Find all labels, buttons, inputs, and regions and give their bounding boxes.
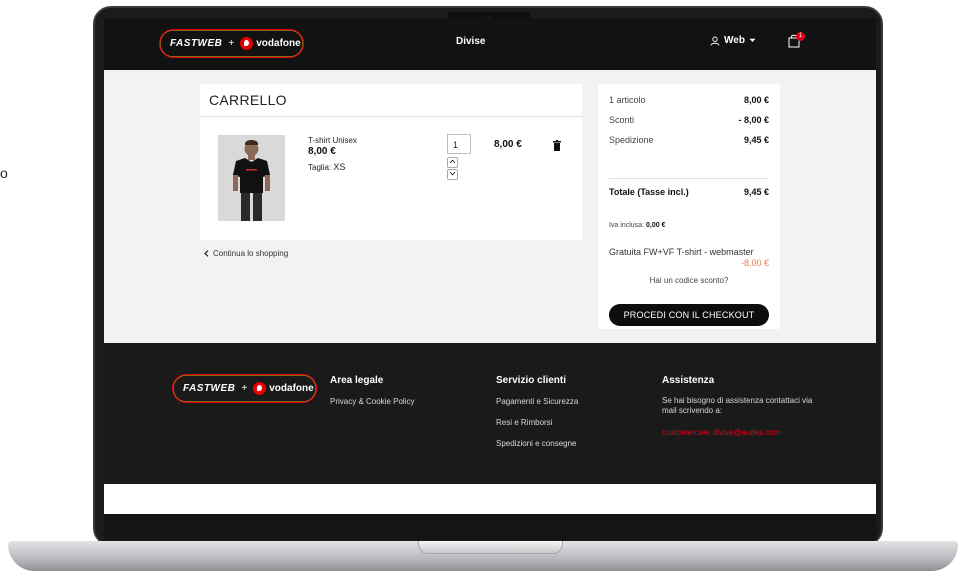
summary-items-value: 8,00 € bbox=[743, 95, 769, 105]
quantity-increase-button[interactable] bbox=[447, 157, 458, 168]
tshirt-model-image bbox=[218, 135, 285, 221]
stray-circle-mark: o bbox=[0, 165, 8, 181]
promo-name: Gratuita FW+VF T-shirt - webmaster bbox=[609, 247, 754, 257]
size-label: Taglia: bbox=[308, 163, 332, 172]
screen: FASTWEB + vodafone Divise Web 1 CARRELLO bbox=[104, 18, 876, 514]
user-label: Web bbox=[724, 35, 745, 46]
chevron-left-icon bbox=[204, 250, 209, 257]
summary-discount-value: - 8,00 € bbox=[738, 115, 769, 125]
quantity-decrease-button[interactable] bbox=[447, 169, 458, 180]
page-bottom bbox=[104, 484, 876, 514]
continue-shopping-label: Continua lo shopping bbox=[213, 249, 289, 258]
footer-link-shipping[interactable]: Spedizioni e consegne bbox=[496, 439, 577, 448]
summary-total-value: 9,45 € bbox=[743, 187, 769, 197]
brand-fastweb: FASTWEB bbox=[183, 383, 236, 394]
summary-discount-label: Sconti bbox=[609, 115, 635, 125]
product-size: Taglia: XS bbox=[308, 162, 345, 172]
remove-item-button[interactable] bbox=[553, 138, 561, 151]
summary-items-label: 1 articolo bbox=[609, 95, 646, 105]
summary-shipping-row: Spedizione 9,45 € bbox=[609, 135, 769, 145]
site-header: FASTWEB + vodafone Divise Web 1 bbox=[104, 18, 876, 70]
brand-fastweb: FASTWEB bbox=[170, 38, 223, 49]
brand-vodafone: vodafone bbox=[269, 383, 314, 394]
footer-link-returns[interactable]: Resi e Rimborsi bbox=[496, 418, 552, 427]
summary-shipping-value: 9,45 € bbox=[743, 135, 769, 145]
vat-value: 0,00 € bbox=[645, 222, 666, 229]
summary-total-row: Totale (Tasse incl.) 9,45 € bbox=[609, 187, 769, 197]
product-price: 8,00 € bbox=[308, 146, 336, 157]
discount-code-link[interactable]: Hai un codice sconto? bbox=[598, 276, 780, 285]
cart-heading: CARRELLO bbox=[209, 92, 287, 108]
main-content: CARRELLO T-shirt Unisex 8,00 € Taglia: X… bbox=[104, 70, 876, 343]
site-footer: FASTWEB + vodafone Area legale Privacy &… bbox=[104, 343, 876, 484]
product-name[interactable]: T-shirt Unisex bbox=[308, 136, 357, 145]
user-menu[interactable]: Web bbox=[710, 35, 756, 46]
chevron-up-icon bbox=[449, 159, 456, 164]
chevron-down-icon bbox=[449, 171, 456, 176]
footer-link-payments[interactable]: Pagamenti e Sicurezza bbox=[496, 397, 578, 406]
footer-support-email[interactable]: customercare.divise@audes.com bbox=[662, 428, 780, 437]
line-total: 8,00 € bbox=[494, 139, 522, 150]
brand-logo[interactable]: FASTWEB + vodafone bbox=[159, 29, 304, 58]
summary-total-label: Totale (Tasse incl.) bbox=[609, 187, 689, 197]
vodafone-icon bbox=[240, 37, 254, 50]
promo-amount: -8,00 € bbox=[740, 258, 769, 268]
user-icon bbox=[710, 36, 720, 46]
trash-icon bbox=[553, 140, 561, 151]
laptop-base-notch bbox=[418, 541, 563, 554]
screen-bezel bbox=[104, 514, 876, 540]
cart-panel: CARRELLO T-shirt Unisex 8,00 € Taglia: X… bbox=[200, 84, 582, 240]
footer-brand-logo[interactable]: FASTWEB + vodafone bbox=[172, 374, 317, 403]
continue-shopping-link[interactable]: Continua lo shopping bbox=[204, 249, 288, 258]
header-title: Divise bbox=[456, 36, 486, 47]
brand-plus: + bbox=[241, 383, 248, 394]
vodafone-icon bbox=[253, 382, 267, 395]
summary-items-row: 1 articolo 8,00 € bbox=[609, 95, 769, 105]
footer-link-privacy[interactable]: Privacy & Cookie Policy bbox=[330, 397, 414, 406]
divider bbox=[200, 116, 582, 117]
footer-legal-title: Area legale bbox=[330, 375, 384, 386]
summary-shipping-label: Spedizione bbox=[609, 135, 654, 145]
size-value: XS bbox=[333, 162, 346, 172]
brand-plus: + bbox=[228, 38, 235, 49]
cart-count-badge: 1 bbox=[796, 32, 805, 41]
chevron-down-icon bbox=[749, 38, 756, 42]
vat-line: Iva inclusa: 0,00 € bbox=[609, 222, 665, 229]
summary-discount-row: Sconti - 8,00 € bbox=[609, 115, 769, 125]
checkout-button[interactable]: PROCEDI CON IL CHECKOUT bbox=[609, 304, 769, 326]
footer-support-title: Assistenza bbox=[662, 375, 715, 386]
footer-service-title: Servizio clienti bbox=[496, 375, 567, 386]
cart-button[interactable]: 1 bbox=[788, 32, 806, 50]
divider bbox=[609, 178, 769, 179]
product-image[interactable] bbox=[218, 135, 285, 221]
footer-support-text: Se hai bisogno di assistenza contattaci … bbox=[662, 396, 813, 415]
vat-label: Iva inclusa: bbox=[609, 222, 645, 229]
quantity-input[interactable]: 1 bbox=[447, 134, 471, 154]
order-summary: 1 articolo 8,00 € Sconti - 8,00 € Spediz… bbox=[598, 84, 780, 329]
brand-vodafone: vodafone bbox=[256, 38, 301, 49]
